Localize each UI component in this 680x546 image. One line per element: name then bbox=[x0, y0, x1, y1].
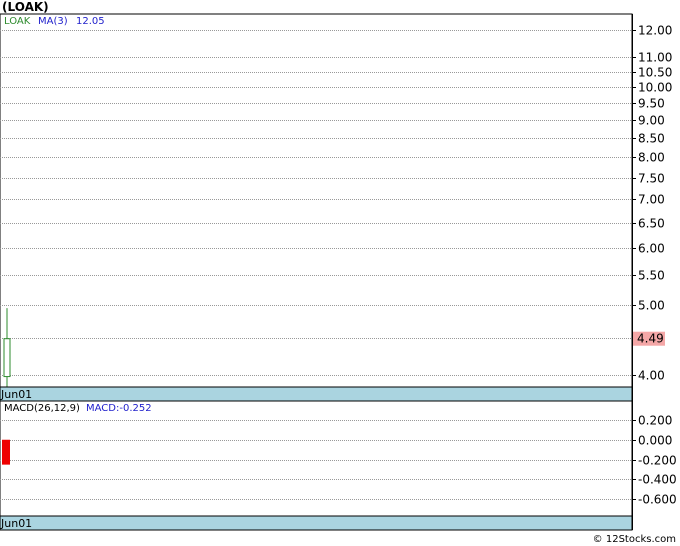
ticker-label: LOAK bbox=[4, 16, 31, 27]
price-tick-label: 8.00 bbox=[638, 151, 665, 165]
price-tick-label: 6.50 bbox=[638, 217, 665, 231]
macd-date-label: Jun01 bbox=[0, 517, 32, 530]
price-date-label: Jun01 bbox=[0, 388, 32, 401]
price-tick-label: 6.00 bbox=[638, 242, 665, 256]
price-tick-label: 9.00 bbox=[638, 114, 665, 128]
macd-tick-label: -0.600 bbox=[638, 493, 677, 507]
macd-indicator-label: MACD(26,12,9) bbox=[4, 403, 80, 414]
macd-tick-label: 0.200 bbox=[638, 414, 672, 428]
price-date-band bbox=[0, 386, 633, 402]
macd-date-band bbox=[0, 515, 633, 531]
price-tick-label: 5.50 bbox=[638, 269, 665, 283]
macd-bar bbox=[2, 439, 10, 465]
price-tick-label: 7.00 bbox=[638, 193, 665, 207]
candle-body bbox=[3, 338, 11, 378]
price-tick-label: 7.50 bbox=[638, 172, 665, 186]
price-plot-frame bbox=[0, 13, 633, 388]
price-tick-label: 9.50 bbox=[638, 97, 665, 111]
price-tick-label: 8.50 bbox=[638, 132, 665, 146]
macd-plot-frame bbox=[0, 400, 633, 517]
price-tick-label: 4.00 bbox=[638, 369, 665, 383]
price-tick-label: 12.00 bbox=[638, 24, 672, 38]
ma-value: 12.05 bbox=[76, 16, 105, 27]
macd-tick-label: -0.200 bbox=[638, 454, 677, 468]
price-tick-label: 11.00 bbox=[638, 51, 672, 65]
last-price-label: 4.49 bbox=[637, 332, 664, 346]
macd-value-label: MACD:-0.252 bbox=[86, 403, 152, 414]
macd-tick-label: 0.000 bbox=[638, 434, 672, 448]
price-tick-label: 10.00 bbox=[638, 81, 672, 95]
stock-chart: 12.00 11.0010.5010.00 9.50 9.00 8.50 8.00 7.50… bbox=[0, 13, 677, 531]
price-tick-label: 10.50 bbox=[638, 66, 672, 80]
copyright-footer: © 12Stocks.com bbox=[592, 534, 676, 545]
ma-label: MA(3) bbox=[38, 16, 68, 27]
macd-tick-label: -0.400 bbox=[638, 473, 677, 487]
price-tick-label: 5.00 bbox=[638, 299, 665, 313]
